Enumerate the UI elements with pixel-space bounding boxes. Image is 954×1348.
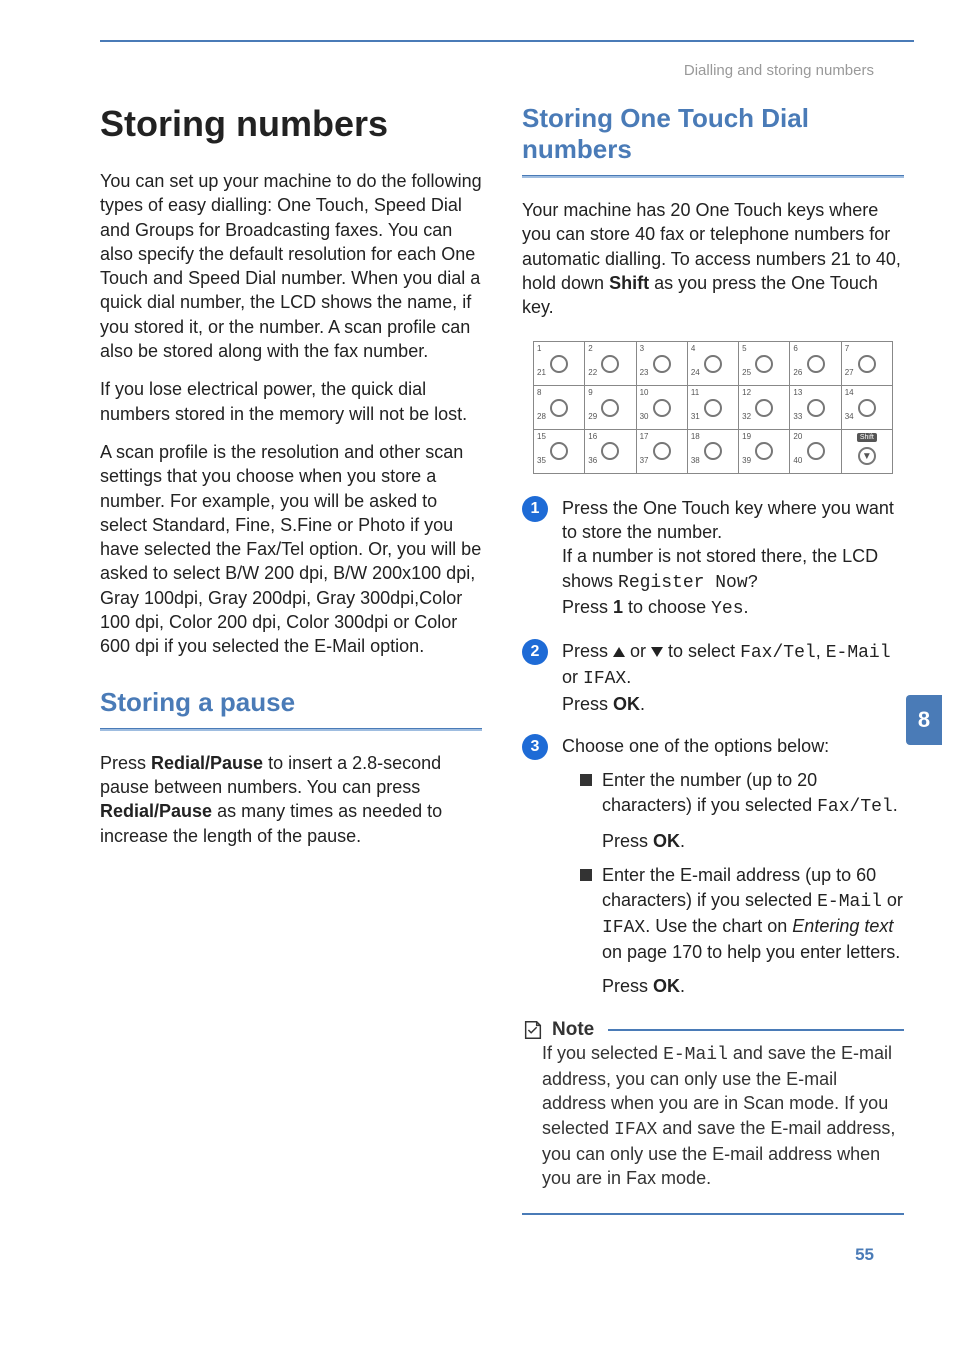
- header-rule: [100, 40, 914, 42]
- bullet-item: Enter the number (up to 20 characters) i…: [562, 768, 904, 853]
- key: 121: [534, 342, 585, 385]
- note-icon: [522, 1019, 544, 1041]
- key: 525: [739, 342, 790, 385]
- note-end-rule: [522, 1213, 904, 1215]
- section-header: Dialling and storing numbers: [0, 62, 874, 79]
- key: 828: [534, 386, 585, 429]
- one-touch-keypad: 121 222 323 424 525 626 727 828 929 1030…: [533, 341, 893, 473]
- intro-paragraph-1: You can set up your machine to do the fo…: [100, 169, 482, 363]
- key: 1434: [842, 386, 892, 429]
- key: 1939: [739, 430, 790, 473]
- key: 1030: [637, 386, 688, 429]
- intro-paragraph-3: A scan profile is the resolution and oth…: [100, 440, 482, 659]
- bullet-marker-icon: [580, 869, 592, 881]
- up-arrow-icon: [613, 647, 625, 657]
- note-block: Note If you selected E-Mail and save the…: [522, 1019, 904, 1215]
- step-1: 1 Press the One Touch key where you want…: [522, 496, 904, 621]
- right-column: Storing One Touch Dial numbers Your mach…: [522, 103, 904, 1215]
- intro-paragraph-2: If you lose electrical power, the quick …: [100, 377, 482, 426]
- key: 2040: [790, 430, 841, 473]
- key: 1333: [790, 386, 841, 429]
- key: 1838: [688, 430, 739, 473]
- shift-key: Shift▼: [842, 430, 892, 473]
- pause-paragraph: Press Redial/Pause to insert a 2.8-secon…: [100, 751, 482, 848]
- step-number-icon: 2: [522, 639, 548, 665]
- keypad-row: 1535 1636 1737 1838 1939 2040 Shift▼: [534, 430, 892, 473]
- subheading-rule: [100, 728, 482, 731]
- page-title: Storing numbers: [100, 103, 482, 145]
- one-touch-intro: Your machine has 20 One Touch keys where…: [522, 198, 904, 319]
- key: 222: [585, 342, 636, 385]
- key: 1535: [534, 430, 585, 473]
- step-number-icon: 3: [522, 734, 548, 760]
- subheading-one-touch: Storing One Touch Dial numbers: [522, 103, 904, 165]
- page: Dialling and storing numbers Storing num…: [0, 0, 954, 1305]
- note-title: Note: [552, 1019, 594, 1041]
- key: 1131: [688, 386, 739, 429]
- bullet-item: Enter the E-mail address (up to 60 chara…: [562, 863, 904, 998]
- left-column: Storing numbers You can set up your mach…: [100, 103, 482, 1215]
- step-body: Press or to select Fax/Tel, E-Mail or IF…: [562, 639, 904, 716]
- subheading-rule: [522, 175, 904, 178]
- key: 727: [842, 342, 892, 385]
- key: 626: [790, 342, 841, 385]
- bullet-marker-icon: [580, 774, 592, 786]
- key: 1232: [739, 386, 790, 429]
- down-arrow-icon: [651, 647, 663, 657]
- note-rule: [608, 1029, 904, 1031]
- key: 1636: [585, 430, 636, 473]
- key: 424: [688, 342, 739, 385]
- key: 929: [585, 386, 636, 429]
- step-body: Choose one of the options below: Enter t…: [562, 734, 904, 999]
- subheading-storing-pause: Storing a pause: [100, 687, 482, 718]
- chapter-tab: 8: [906, 695, 942, 745]
- step-number-icon: 1: [522, 496, 548, 522]
- page-number: 55: [0, 1245, 874, 1265]
- step-body: Press the One Touch key where you want t…: [562, 496, 904, 621]
- key: 1737: [637, 430, 688, 473]
- keypad-row: 121 222 323 424 525 626 727: [534, 342, 892, 386]
- step-2: 2 Press or to select Fax/Tel, E-Mail or …: [522, 639, 904, 716]
- content-columns: Storing numbers You can set up your mach…: [0, 103, 954, 1215]
- step-3: 3 Choose one of the options below: Enter…: [522, 734, 904, 999]
- keypad-row: 828 929 1030 1131 1232 1333 1434: [534, 386, 892, 430]
- key: 323: [637, 342, 688, 385]
- note-body: If you selected E-Mail and save the E-ma…: [522, 1041, 904, 1201]
